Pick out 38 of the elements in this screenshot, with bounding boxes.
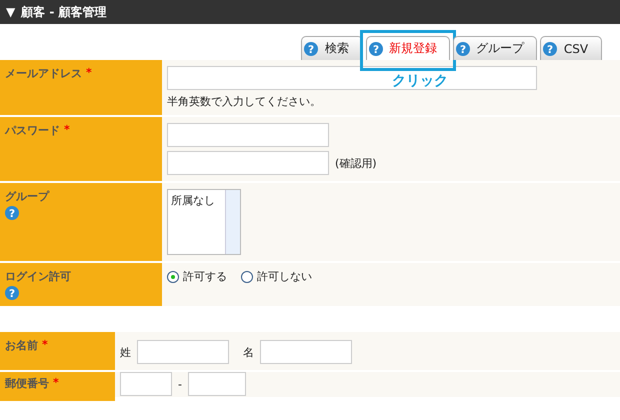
annotation-text: クリック [392, 72, 448, 90]
help-icon[interactable]: ? [304, 42, 318, 56]
name-field[interactable] [137, 340, 229, 364]
password-field[interactable] [167, 123, 329, 147]
collapse-toggle[interactable]: ▼ [6, 5, 16, 19]
postal-field[interactable] [120, 372, 172, 396]
name-part-label: 姓 [120, 344, 131, 360]
radio-option[interactable]: 許可しない [241, 269, 312, 284]
required-mark: * [64, 123, 70, 138]
hint-text: 半角英数で入力してください。 [167, 94, 321, 109]
group-listbox[interactable]: 所属なし [167, 189, 241, 255]
tab[interactable]: ? グループ [453, 36, 537, 60]
tab[interactable]: ? CSV [540, 36, 602, 60]
help-icon[interactable]: ? [456, 42, 470, 56]
required-mark: * [42, 338, 48, 353]
name-field[interactable] [260, 340, 352, 364]
radio-option[interactable]: 許可する [167, 269, 227, 284]
tab[interactable]: ? 新規登録 [366, 36, 450, 60]
tab[interactable]: ? 検索 [301, 36, 363, 60]
password-confirm-field[interactable] [167, 151, 329, 175]
field-label: パスワード [5, 123, 60, 138]
separator: - [178, 378, 182, 390]
help-icon[interactable]: ? [5, 206, 19, 220]
name-part-label: 名 [243, 344, 254, 360]
required-mark: * [53, 376, 59, 391]
help-icon[interactable]: ? [369, 42, 383, 56]
help-icon[interactable]: ? [5, 286, 19, 300]
help-icon[interactable]: ? [543, 42, 557, 56]
field-label: お名前 [5, 338, 38, 353]
confirm-label: (確認用) [335, 156, 377, 170]
field-label: グループ [5, 189, 49, 204]
required-mark: * [86, 66, 92, 81]
email-field[interactable] [167, 66, 537, 90]
page-title: 顧客 - 顧客管理 [21, 4, 107, 20]
field-label: 郵便番号 [5, 376, 49, 391]
field-label: ログイン許可 [5, 269, 71, 284]
field-label: メールアドレス [5, 66, 82, 81]
postal-field[interactable] [188, 372, 246, 396]
